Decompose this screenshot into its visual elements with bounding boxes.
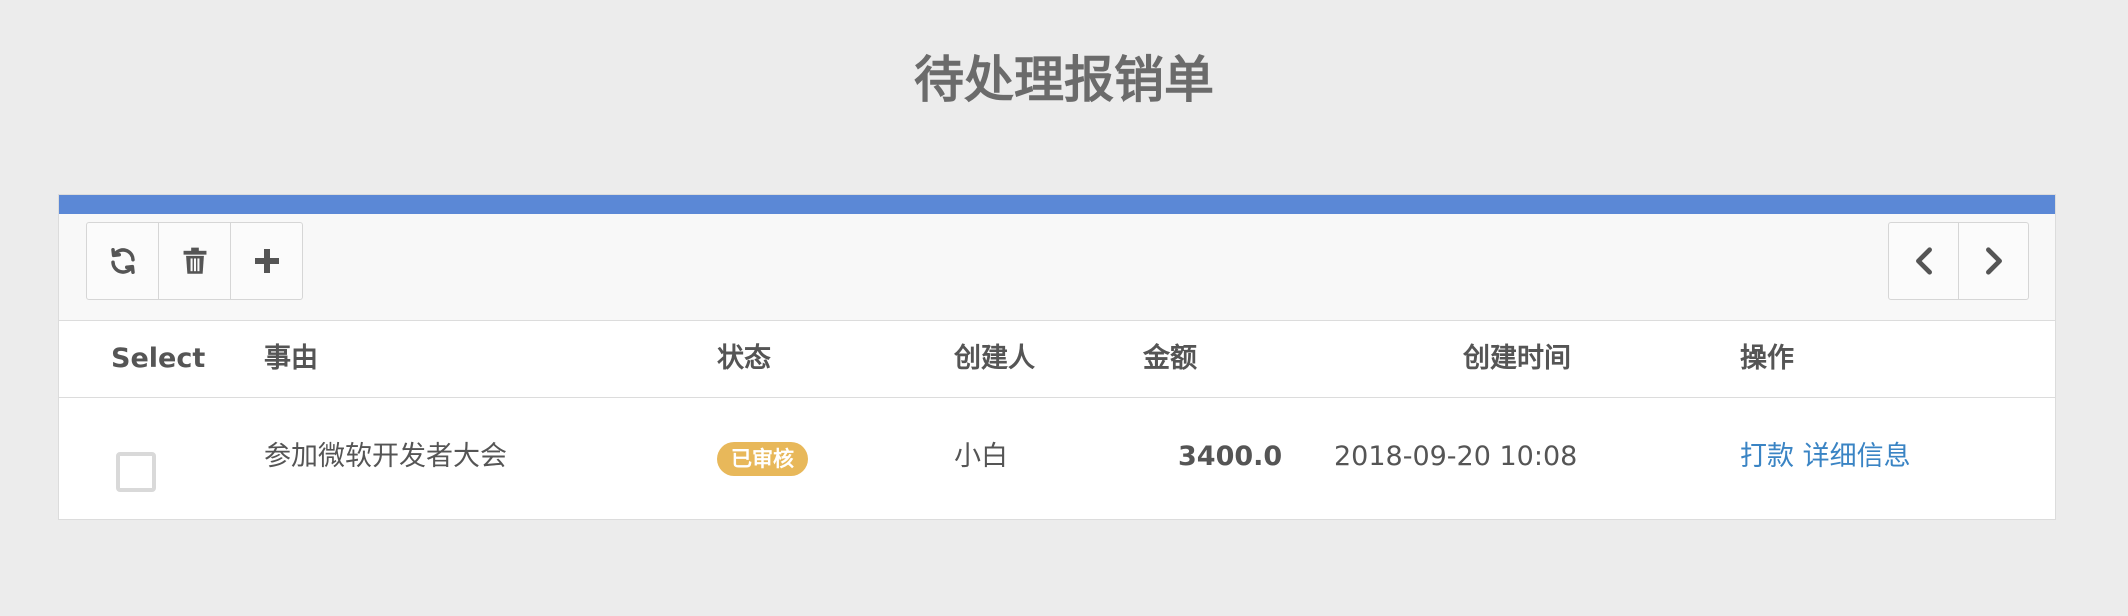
status-badge: 已审核	[717, 442, 808, 476]
row-select-checkbox[interactable]	[116, 452, 156, 492]
add-button[interactable]	[230, 222, 303, 300]
plus-icon	[254, 249, 279, 273]
delete-button[interactable]	[158, 222, 231, 300]
table-body: 参加微软开发者大会 已审核 小白 3400.0 2018-09-20 10:08…	[59, 398, 2055, 520]
chevron-left-icon	[1913, 247, 1935, 275]
header-created-at: 创建时间	[1463, 343, 1571, 374]
row-created-at: 2018-09-20 10:08	[1334, 441, 1578, 472]
toolbar-left-group	[86, 222, 303, 300]
toolbar-pagination-group	[1888, 222, 2029, 300]
header-amount: 金额	[1143, 343, 1197, 374]
header-select: Select	[111, 343, 206, 374]
header-status: 状态	[717, 343, 771, 374]
table-panel: Select 事由 状态 创建人 金额 创建时间 操作 参加微软开发者大会 已审…	[58, 194, 2056, 520]
header-creator: 创建人	[954, 343, 1035, 374]
detail-link[interactable]: 详细信息	[1803, 441, 1911, 472]
trash-icon	[182, 247, 208, 275]
row-reason: 参加微软开发者大会	[264, 441, 507, 472]
page-title: 待处理报销单	[914, 51, 1214, 109]
chevron-right-icon	[1983, 247, 2005, 275]
panel-accent-bar	[59, 195, 2055, 214]
refresh-icon	[108, 246, 138, 276]
page: 待处理报销单 Select 事由 状态 创建人 金额 创建时间 操作 参加微软开…	[0, 0, 2128, 616]
row-creator: 小白	[954, 441, 1008, 472]
next-page-button[interactable]	[1958, 222, 2029, 300]
prev-page-button[interactable]	[1888, 222, 1959, 300]
row-amount: 3400.0	[1178, 441, 1283, 472]
table-toolbar	[59, 214, 2055, 321]
row-actions: 打款 详细信息	[1740, 398, 1911, 516]
pay-link[interactable]: 打款	[1740, 441, 1794, 472]
header-actions: 操作	[1740, 343, 1794, 374]
header-reason: 事由	[264, 343, 318, 374]
table-header: Select 事由 状态 创建人 金额 创建时间 操作	[59, 321, 2055, 398]
refresh-button[interactable]	[86, 222, 159, 300]
